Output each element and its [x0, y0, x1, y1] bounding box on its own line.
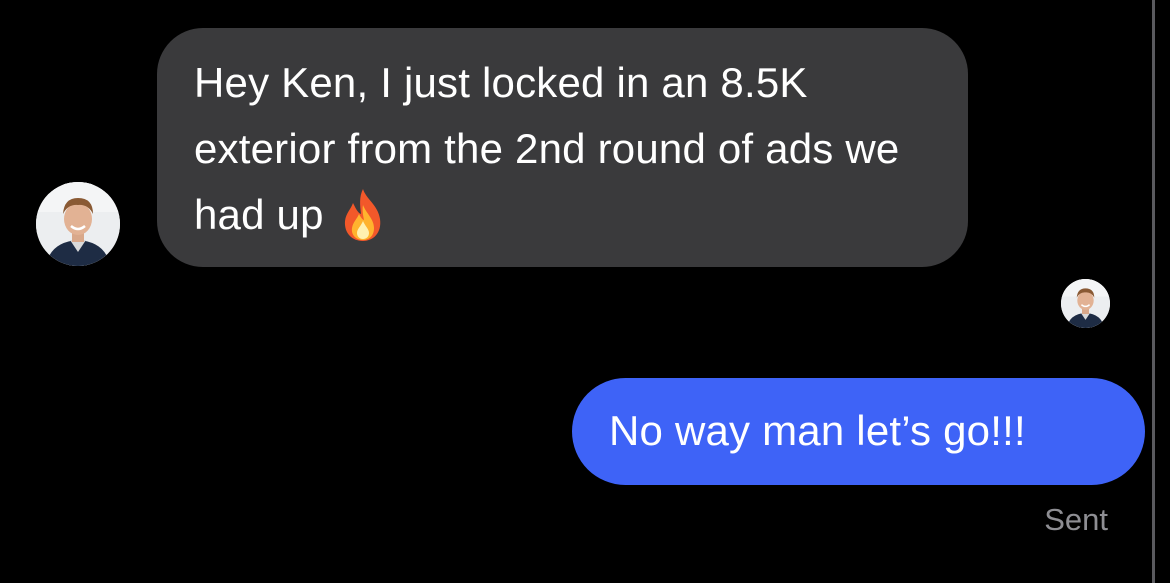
read-receipt-avatar	[1061, 279, 1110, 328]
outgoing-message-text: No way man let’s go!!!	[609, 407, 1026, 454]
incoming-message-text: Hey Ken, I just locked in an 8.5K exteri…	[194, 59, 900, 238]
avatar-photo	[36, 182, 120, 266]
outgoing-message-bubble[interactable]: No way man let’s go!!!	[572, 378, 1145, 485]
avatar-photo	[1061, 279, 1110, 328]
scrollbar[interactable]	[1152, 0, 1155, 583]
sender-avatar[interactable]	[36, 182, 120, 266]
message-thread: Hey Ken, I just locked in an 8.5K exteri…	[0, 0, 1170, 583]
fire-icon	[336, 187, 390, 243]
incoming-message-bubble[interactable]: Hey Ken, I just locked in an 8.5K exteri…	[157, 28, 968, 267]
delivery-status: Sent	[1044, 502, 1108, 537]
